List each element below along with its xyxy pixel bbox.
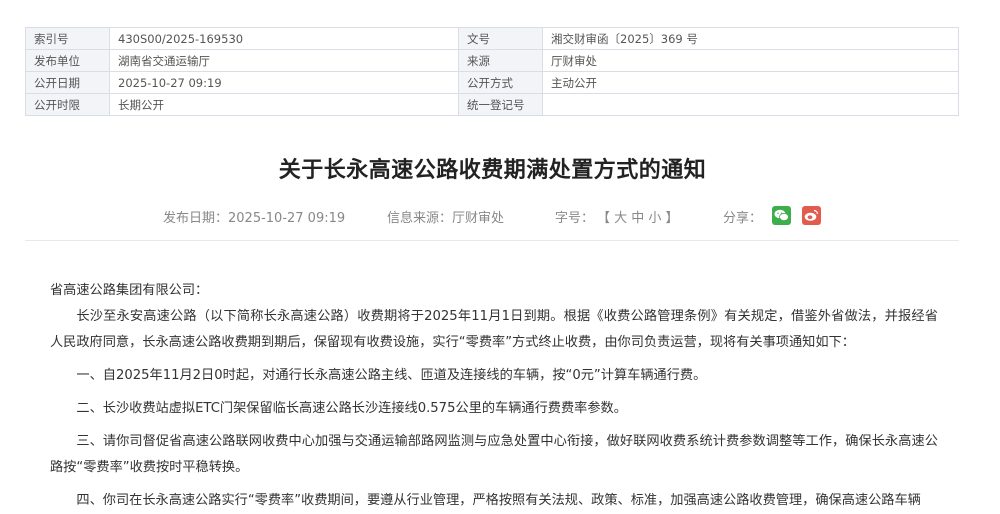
share-label: 分享：	[723, 211, 763, 226]
meta-label: 公开方式	[458, 71, 543, 94]
meta-label: 发布单位	[25, 49, 110, 72]
salutation: 省高速公路集团有限公司：	[50, 283, 209, 298]
meta-row: 索引号 430S00/2025-169530 文号 湘交财审函〔2025〕369…	[25, 27, 959, 50]
publish-date: 发布日期：2025-10-27 09:19	[163, 211, 346, 226]
divider	[25, 240, 959, 241]
meta-row: 公开时限 长期公开 统一登记号	[25, 93, 959, 116]
info-bar: 发布日期：2025-10-27 09:19 信息来源：厅财审处 字号： 【 大 …	[0, 204, 1000, 228]
meta-value: 430S00/2025-169530	[109, 27, 459, 50]
paragraph: 三、请你司督促省高速公路联网收费中心加强与交通运输部路网监测与应急处置中心衔接，…	[50, 434, 938, 475]
meta-value: 湘交财审函〔2025〕369 号	[542, 27, 959, 50]
meta-label: 来源	[458, 49, 543, 72]
paragraph: 一、自2025年11月2日0时起，对通行长永高速公路主线、匝道及连接线的车辆，按…	[76, 368, 707, 383]
meta-label: 公开日期	[25, 71, 110, 94]
meta-value: 长期公开	[109, 93, 459, 116]
document-title: 关于长永高速公路收费期满处置方式的通知	[278, 158, 707, 183]
meta-label: 统一登记号	[458, 93, 543, 116]
meta-value: 厅财审处	[542, 49, 959, 72]
meta-value	[542, 93, 959, 116]
meta-row: 公开日期 2025-10-27 09:19 公开方式 主动公开	[25, 71, 959, 94]
weibo-glyph	[804, 209, 819, 221]
paragraph: 长沙至永安高速公路（以下简称长永高速公路）收费期将于2025年11月1日到期。根…	[50, 309, 938, 350]
meta-table: 索引号 430S00/2025-169530 文号 湘交财审函〔2025〕369…	[25, 27, 959, 116]
font-size-switcher[interactable]: 【 大 中 小 】	[597, 207, 679, 226]
meta-row: 发布单位 湖南省交通运输厅 来源 厅财审处	[25, 49, 959, 72]
wechat-glyph	[774, 209, 789, 221]
meta-label: 索引号	[25, 27, 110, 50]
meta-value: 2025-10-27 09:19	[109, 71, 459, 94]
font-size-label: 字号：	[555, 211, 595, 226]
paragraph: 四、你司在长永高速公路实行“零费率”收费期间，要遵从行业管理，严格按照有关法规、…	[76, 493, 921, 508]
meta-label: 文号	[458, 27, 543, 50]
weibo-icon[interactable]	[802, 206, 821, 225]
meta-label: 公开时限	[25, 93, 110, 116]
wechat-icon[interactable]	[772, 206, 791, 225]
paragraph: 二、长沙收费站虚拟ETC门架保留临长高速公路长沙连接线0.575公里的车辆通行费…	[76, 401, 627, 416]
info-source: 信息来源：厅财审处	[387, 211, 505, 226]
meta-value: 主动公开	[542, 71, 959, 94]
meta-value: 湖南省交通运输厅	[109, 49, 459, 72]
document-body: 省高速公路集团有限公司： 长沙至永安高速公路（以下简称长永高速公路）收费期将于2…	[50, 278, 938, 514]
